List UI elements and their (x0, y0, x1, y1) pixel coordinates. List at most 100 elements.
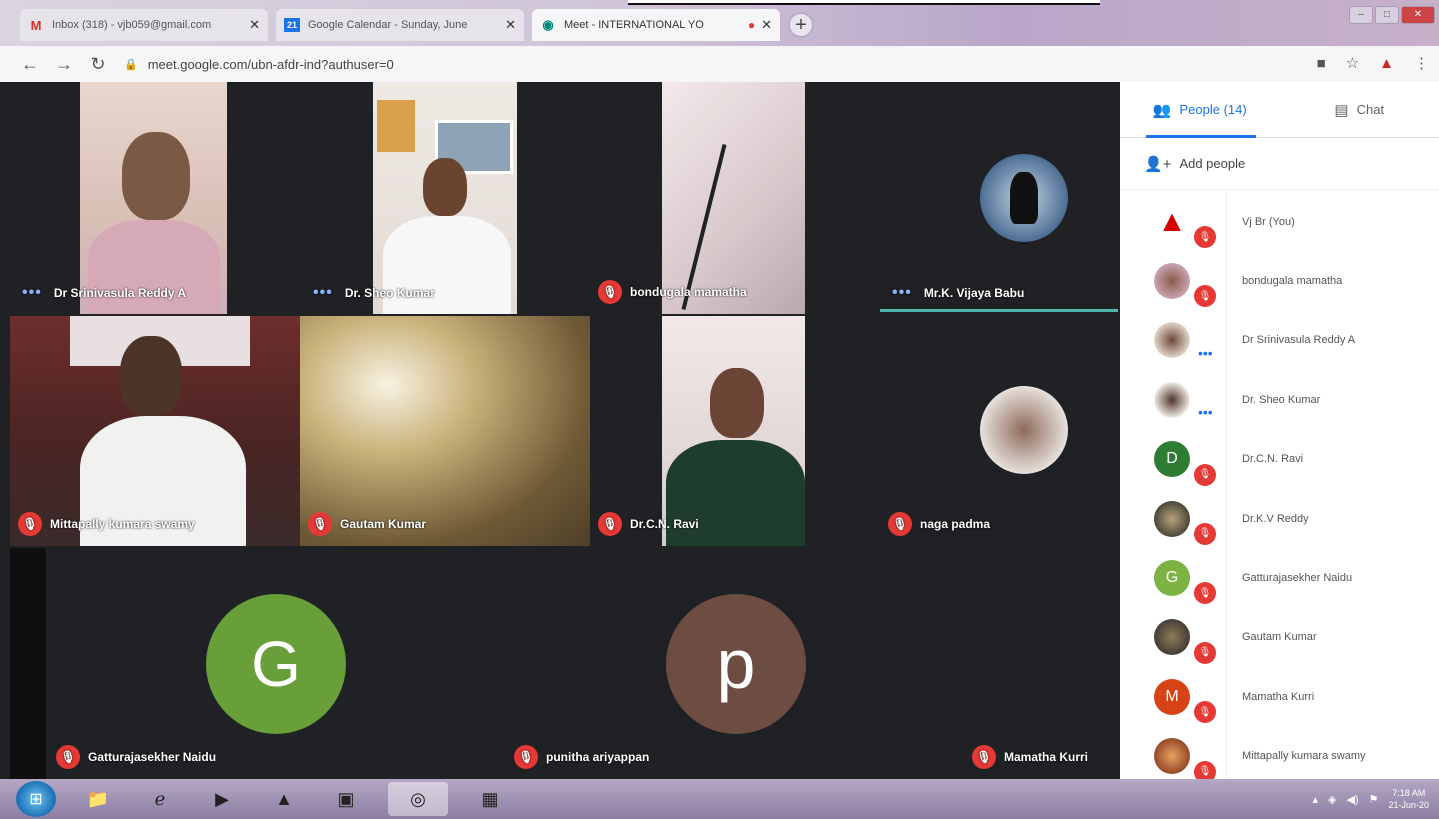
wall-calendar (377, 100, 415, 152)
person-name: Mamatha Kurri (1242, 690, 1315, 703)
address-bar: ← → ↻ 🔒 meet.google.com/ubn-afdr-ind?aut… (0, 46, 1439, 82)
person-name: Gatturajasekher Naidu (1242, 572, 1353, 585)
media-player-icon[interactable]: ▶ (202, 782, 242, 816)
profile-icon[interactable]: ▲ (1379, 55, 1394, 72)
vlc-icon[interactable]: ▲ (264, 782, 304, 816)
participant-tile[interactable]: 🎙 Dr.C.N. Ravi (590, 316, 805, 546)
participant-tile[interactable]: 🎙 Mittapally kumara swamy (10, 316, 300, 546)
add-people-button[interactable]: 👤+ Add people (1120, 138, 1439, 190)
participant-video (80, 82, 227, 314)
mic-off-icon: 🎙 (514, 745, 538, 769)
tab-meet[interactable]: ◉ Meet - INTERNATIONAL YO ● ✕ (532, 9, 780, 41)
mic-off-icon: 🎙 (1194, 463, 1216, 486)
person-name: Gautam Kumar (1242, 631, 1317, 644)
clock-time: 7:18 AM (1392, 788, 1426, 798)
tab-chat[interactable]: ▤ Chat (1280, 82, 1439, 137)
close-icon[interactable]: ✕ (505, 17, 516, 33)
participant-tile[interactable]: 🎙 naga padma (880, 316, 1118, 546)
taskbar-clock[interactable]: 7:18 AM 21-Jun-20 (1388, 787, 1429, 811)
blood-drop-icon: ▲ (1157, 204, 1187, 238)
participant-name: Dr. Sheo Kumar (344, 286, 435, 300)
avatar (1154, 381, 1190, 418)
participant-tile[interactable]: G 🎙 Gatturajasekher Naidu (46, 548, 506, 779)
person-head (710, 368, 764, 438)
participant-tile[interactable]: ••• Dr Srinivasula Reddy A (10, 82, 305, 314)
back-icon[interactable]: ← (16, 50, 44, 78)
mic-off-icon: 🎙 (598, 512, 622, 536)
tab-calendar[interactable]: 21 Google Calendar - Sunday, June ✕ (276, 9, 524, 41)
participant-tile[interactable]: 🎙 bondugala mamatha (590, 82, 805, 314)
participant-name-label: 🎙 Gautam Kumar (308, 512, 426, 536)
list-item[interactable]: ••• Dr Srinivasula Reddy A (1120, 311, 1439, 370)
person-head (122, 132, 190, 220)
network-icon[interactable]: ◈ (1328, 793, 1336, 806)
chrome-icon[interactable]: ◎ (388, 782, 448, 816)
list-item[interactable]: 🎙 Dr.K.V Reddy (1120, 489, 1439, 548)
list-item[interactable]: 🎙 bondugala mamatha (1120, 251, 1439, 310)
meet-icon: ◉ (542, 17, 554, 32)
active-speaker-indicator (880, 309, 1118, 312)
penguin-figure (1010, 172, 1038, 224)
participant-tile[interactable]: ••• Mr.K. Vijaya Babu (880, 82, 1118, 314)
mic-off-icon: 🎙 (56, 745, 80, 769)
participant-tile[interactable]: p 🎙 punitha ariyappan (506, 548, 966, 779)
add-person-icon: 👤+ (1144, 155, 1172, 173)
list-item[interactable]: ••• Dr. Sheo Kumar (1120, 370, 1439, 429)
new-tab-button[interactable]: + (788, 12, 814, 38)
top-white-strip (628, 0, 1100, 5)
calendar-icon: 21 (284, 18, 300, 32)
avatar (1154, 738, 1190, 775)
mic-off-icon: 🎙 (598, 280, 622, 304)
avatar (1154, 263, 1190, 300)
list-item[interactable]: G 🎙 Gatturajasekher Naidu (1120, 548, 1439, 607)
active-tab-indicator (1146, 135, 1256, 138)
start-button[interactable]: ⊞ (16, 781, 56, 817)
close-icon[interactable]: ✕ (249, 17, 260, 33)
menu-icon[interactable]: ⋮ (1414, 54, 1429, 72)
participant-name: naga padma (920, 517, 991, 531)
close-window-button[interactable]: ✕ (1401, 6, 1435, 24)
people-panel: 👥 People (14) ▤ Chat 👤+ Add people ▲ 🎙 V… (1120, 82, 1439, 783)
participant-name-label: 🎙 naga padma (888, 512, 990, 536)
maximize-button[interactable]: □ (1375, 6, 1399, 24)
image-viewer-icon[interactable]: ▦ (470, 782, 510, 816)
camera-icon[interactable]: ■ (1317, 55, 1326, 72)
minimize-button[interactable]: – (1349, 6, 1373, 24)
system-tray: ▴ ◈ ◀) ⚑ 7:18 AM 21-Jun-20 (1312, 779, 1429, 819)
tab-people[interactable]: 👥 People (14) (1120, 82, 1280, 137)
person-head (423, 158, 467, 216)
mic-off-icon: 🎙 (1194, 522, 1216, 545)
url-field[interactable]: 🔒 meet.google.com/ubn-afdr-ind?authuser=… (124, 57, 394, 72)
participant-name-label: 🎙 Mamatha Kurri (972, 745, 1088, 769)
participant-tile[interactable]: ••• Dr. Sheo Kumar (305, 82, 517, 314)
list-item[interactable]: M 🎙 Mamatha Kurri (1120, 667, 1439, 726)
close-icon[interactable]: ✕ (761, 17, 772, 33)
forward-icon[interactable]: → (50, 50, 78, 78)
star-icon[interactable]: ☆ (1346, 54, 1359, 72)
tray-arrow-icon[interactable]: ▴ (1312, 793, 1318, 806)
participant-tile[interactable]: 🎙 Mamatha Kurri (966, 548, 1118, 779)
file-explorer-icon[interactable]: 📁 (78, 782, 118, 816)
gmail-icon: M (30, 17, 42, 33)
volume-icon[interactable]: ◀) (1346, 793, 1358, 806)
participant-tile[interactable]: 🎙 Gautam Kumar (300, 316, 590, 546)
tab-gmail[interactable]: M Inbox (318) - vjb059@gmail.com ✕ (20, 9, 268, 41)
list-item[interactable]: D 🎙 Dr.C.N. Ravi (1120, 430, 1439, 489)
mic-off-icon: 🎙 (1194, 701, 1216, 724)
participant-name: Mittapally kumara swamy (50, 517, 195, 531)
participant-name-label: ••• Dr Srinivasula Reddy A (22, 284, 186, 302)
mic-off-icon: 🎙 (972, 745, 996, 769)
tab-title: Inbox (318) - vjb059@gmail.com (52, 19, 212, 31)
participant-name: Mr.K. Vijaya Babu (923, 286, 1025, 300)
list-item[interactable]: 🎙 Gautam Kumar (1120, 608, 1439, 667)
list-item[interactable]: ▲ 🎙 Vj Br (You) (1120, 192, 1439, 251)
list-item[interactable]: 🎙 Mittapally kumara swamy (1120, 727, 1439, 786)
url-text: meet.google.com/ubn-afdr-ind?authuser=0 (147, 56, 394, 72)
person-name: Vj Br (You) (1242, 215, 1295, 228)
flag-icon[interactable]: ⚑ (1369, 793, 1379, 806)
document-viewer-icon[interactable]: ▣ (326, 782, 366, 816)
tab-title: Google Calendar - Sunday, June (308, 19, 468, 31)
people-icon: 👥 (1152, 101, 1172, 119)
reload-icon[interactable]: ↻ (84, 50, 112, 78)
internet-explorer-icon[interactable]: ℯ (140, 782, 180, 816)
